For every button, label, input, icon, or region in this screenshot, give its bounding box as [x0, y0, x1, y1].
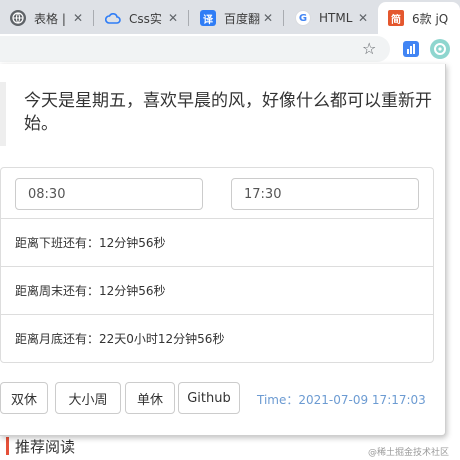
current-time: Time：2021-07-09 17:17:03	[257, 393, 426, 407]
tab-4[interactable]: G HTML ✕	[285, 2, 377, 34]
address-bar[interactable]	[0, 36, 390, 62]
tab-active[interactable]: 简 6款 jQ	[378, 2, 460, 34]
start-time-input[interactable]	[15, 178, 203, 210]
tab-title: Css实	[129, 11, 162, 26]
countdown-row-offwork: 距离下班还有：12分钟56秒	[1, 218, 433, 266]
recommended-reading-heading: 推荐阅读	[6, 436, 75, 456]
tab-separator	[188, 10, 189, 26]
single-rest-button[interactable]: 单休	[125, 382, 175, 414]
section-accent-bar	[6, 437, 9, 455]
tab-title: 百度翻	[224, 11, 260, 26]
tab-separator	[93, 10, 94, 26]
close-icon[interactable]: ✕	[70, 11, 86, 25]
tab-2[interactable]: Css实 ✕	[95, 2, 187, 34]
google-icon: G	[295, 10, 311, 26]
github-button[interactable]: Github	[178, 382, 240, 414]
site-icon: 简	[388, 10, 404, 26]
end-time-input[interactable]	[231, 178, 419, 210]
star-icon[interactable]: ☆	[362, 39, 376, 58]
countdown-text: 距离周末还有：12分钟56秒	[15, 284, 166, 298]
tab-separator	[283, 10, 284, 26]
cloud-icon	[105, 10, 121, 26]
translate-icon: 译	[200, 10, 216, 26]
tab-1[interactable]: 表格 | ✕	[0, 2, 92, 34]
watermark: @稀土掘金技术社区	[368, 448, 450, 458]
daily-quote: 今天是星期五，喜欢早晨的风，好像什么都可以重新开始。	[0, 82, 440, 146]
countdown-row-weekend: 距离周末还有：12分钟56秒	[1, 266, 433, 314]
browser-tab-strip: 表格 | ✕ Css实 ✕ 译 百度翻 ✕ G HTML ✕ 简 6款 jQ	[0, 0, 460, 34]
double-rest-button[interactable]: 双休	[0, 382, 48, 414]
section-title: 推荐阅读	[15, 437, 76, 456]
tab-title: 6款 jQ	[412, 11, 449, 26]
tab-title: 表格 |	[34, 11, 66, 26]
close-icon[interactable]: ✕	[260, 11, 276, 25]
globe-icon	[10, 10, 26, 26]
tab-3[interactable]: 译 百度翻 ✕	[190, 2, 282, 34]
profile-extension-icon[interactable]	[430, 39, 450, 59]
countdown-text: 距离下班还有：12分钟56秒	[15, 236, 166, 250]
tab-title: HTML	[319, 11, 353, 25]
alternate-week-button[interactable]: 大小周	[55, 382, 121, 414]
extension-popup: 今天是星期五，喜欢早晨的风，好像什么都可以重新开始。 距离下班还有：12分钟56…	[0, 64, 446, 436]
countdown-text: 距离月底还有：22天0小时12分钟56秒	[15, 332, 225, 346]
browser-toolbar: ☆	[0, 34, 460, 64]
extension-icon[interactable]	[403, 41, 419, 57]
countdown-panel: 距离下班还有：12分钟56秒 距离周末还有：12分钟56秒 距离月底还有：22天…	[0, 167, 434, 363]
close-icon[interactable]: ✕	[355, 11, 371, 25]
close-icon[interactable]: ✕	[165, 11, 181, 25]
countdown-row-monthend: 距离月底还有：22天0小时12分钟56秒	[1, 314, 433, 362]
